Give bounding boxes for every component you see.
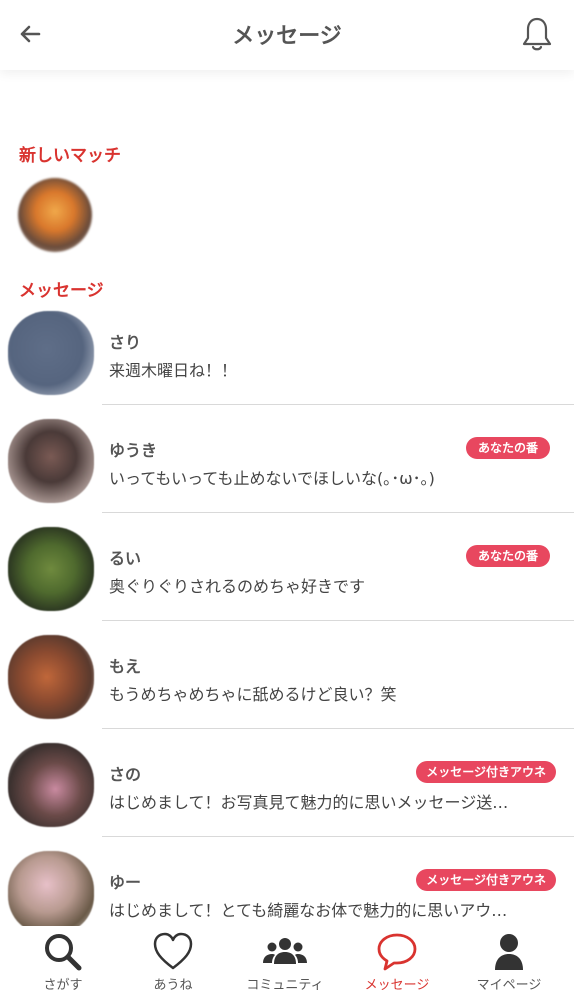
tab-community[interactable]: コミュニティ xyxy=(230,926,340,1000)
conversation-name: さり xyxy=(109,333,142,352)
tab-label: マイページ xyxy=(476,978,542,993)
conversation-row[interactable]: もえ もうめちゃめちゃに舐めるけど良い？笑 xyxy=(0,621,574,729)
conversation-row[interactable]: ゆうき いってもいっても止めないでほしいな(｡･ω･｡) あなたの番 xyxy=(0,405,574,513)
conversation-row[interactable]: さり 来週木曜日ね！！ xyxy=(0,297,574,405)
conversation-list: さり 来週木曜日ね！！ ゆうき いってもいっても止めないでほしいな(｡･ω･｡)… xyxy=(0,297,574,945)
avatar xyxy=(8,851,94,935)
conversation-preview: 奥ぐりぐりされるのめちゃ好きです xyxy=(109,577,366,596)
new-matches-heading: 新しいマッチ xyxy=(19,146,121,166)
conversation-preview: いってもいっても止めないでほしいな(｡･ω･｡) xyxy=(109,469,435,488)
person-icon xyxy=(495,934,523,970)
conversation-name: さの xyxy=(109,765,142,784)
message-like-badge: メッセージ付きアウネ xyxy=(416,761,556,783)
your-turn-badge: あなたの番 xyxy=(465,437,550,459)
tab-label: メッセージ xyxy=(364,978,430,993)
tab-label: あうね xyxy=(153,978,193,993)
bottom-tab-bar: さがす あうね コミュニティ メッセージ マイページ xyxy=(0,926,574,1000)
tab-mypage[interactable]: マイページ xyxy=(454,926,564,1000)
bell-icon xyxy=(522,17,552,51)
tab-label: コミュニティ xyxy=(246,978,324,993)
conversation-row[interactable]: さの はじめまして！お写真見て魅力的に思いメッセージ送… メッセージ付きアウネ xyxy=(0,729,574,837)
avatar xyxy=(8,527,94,611)
notifications-button[interactable] xyxy=(518,14,556,54)
page-title: メッセージ xyxy=(232,24,342,49)
conversation-preview: はじめまして！とても綺麗なお体で魅力的に思いアウ… xyxy=(109,901,508,920)
avatar xyxy=(8,635,94,719)
new-match-avatar[interactable] xyxy=(18,178,92,252)
tab-label: さがす xyxy=(43,978,83,993)
search-icon xyxy=(45,934,82,971)
conversation-preview: 来週木曜日ね！！ xyxy=(109,361,238,380)
message-bubble-icon xyxy=(377,933,417,971)
avatar xyxy=(8,311,94,395)
heart-icon xyxy=(153,932,193,970)
message-like-badge: メッセージ付きアウネ xyxy=(416,869,556,891)
tab-aune[interactable]: あうね xyxy=(118,926,228,1000)
tab-messages[interactable]: メッセージ xyxy=(342,926,452,1000)
conversation-row[interactable]: るい 奥ぐりぐりされるのめちゃ好きです あなたの番 xyxy=(0,513,574,621)
avatar xyxy=(8,419,94,503)
your-turn-badge: あなたの番 xyxy=(465,545,550,567)
tab-search[interactable]: さがす xyxy=(8,926,118,1000)
community-icon xyxy=(263,938,307,964)
avatar xyxy=(8,743,94,827)
conversation-preview: はじめまして！お写真見て魅力的に思いメッセージ送… xyxy=(109,793,509,812)
conversation-name: ゆー xyxy=(109,873,142,892)
conversation-name: るい xyxy=(109,549,142,568)
conversation-name: もえ xyxy=(109,657,142,676)
app-header: メッセージ xyxy=(0,0,574,70)
conversation-name: ゆうき xyxy=(109,441,158,460)
conversation-preview: もうめちゃめちゃに舐めるけど良い？笑 xyxy=(109,685,397,704)
